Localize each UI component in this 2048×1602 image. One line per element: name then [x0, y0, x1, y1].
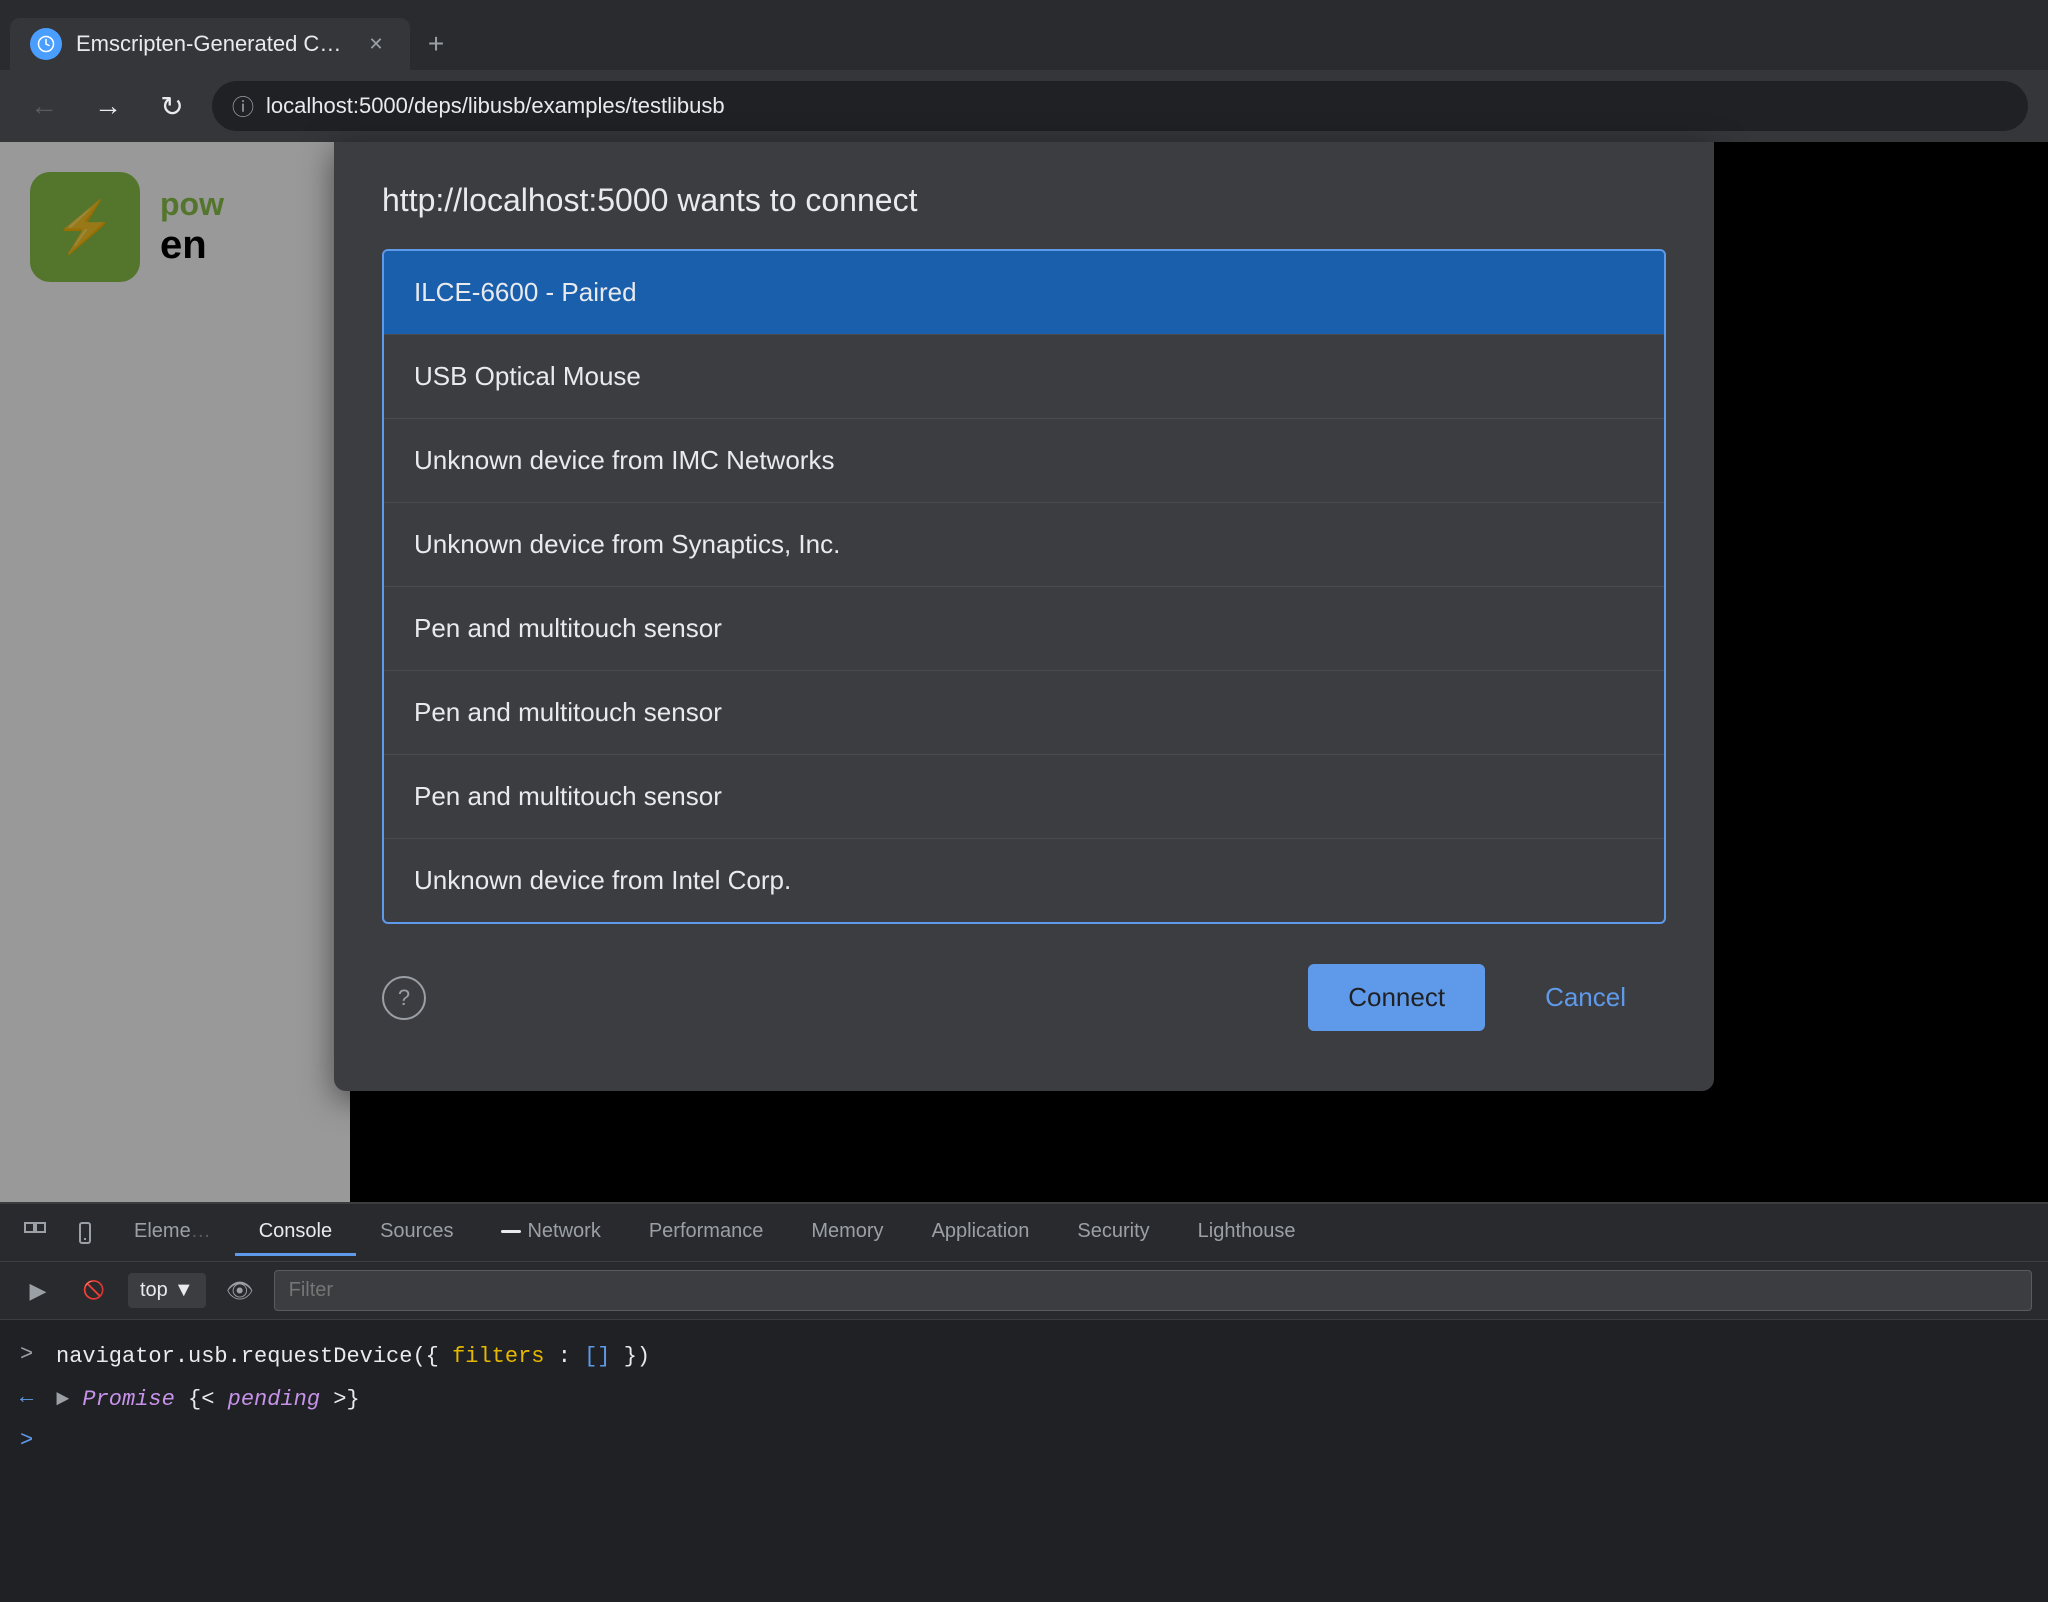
reload-button[interactable]: ↻	[148, 82, 196, 130]
console-bar: ▶ 🚫 top ▼ 👁	[0, 1262, 2048, 1320]
eye-icon[interactable]: 👁	[218, 1269, 262, 1313]
tab-console[interactable]: Console	[235, 1210, 356, 1256]
context-selector[interactable]: top ▼	[128, 1273, 206, 1308]
tab-elements[interactable]: Eleme…	[110, 1210, 235, 1256]
device-item-5[interactable]: Pen and multitouch sensor	[384, 671, 1664, 755]
dialog-buttons: Connect Cancel	[1308, 964, 1666, 1031]
filter-input[interactable]	[274, 1270, 2032, 1311]
context-label: top	[140, 1279, 168, 1302]
content-area: ⚡ pow en http://localhost:5000 wants to …	[0, 142, 2048, 1202]
device-item-6[interactable]: Pen and multitouch sensor	[384, 755, 1664, 839]
dialog-footer: ? Connect Cancel	[334, 924, 1714, 1031]
output-arrow-icon: ←	[20, 1385, 44, 1410]
device-item-1[interactable]: USB Optical Mouse	[384, 335, 1664, 419]
active-tab[interactable]: Emscripten-Generated Code ✕	[10, 18, 410, 70]
tab-application[interactable]: Application	[908, 1210, 1054, 1256]
console-line-1: > navigator.usb.requestDevice({ filters …	[20, 1336, 2028, 1379]
connect-button[interactable]: Connect	[1308, 964, 1485, 1031]
address-bar[interactable]: ⓘ localhost:5000/deps/libusb/examples/te…	[212, 81, 2028, 131]
device-item-3[interactable]: Unknown device from Synaptics, Inc.	[384, 503, 1664, 587]
console-line-2: ← ► Promise {< pending >}	[20, 1379, 2028, 1422]
console-prompt-icon: >	[20, 1428, 33, 1453]
tab-close-button[interactable]: ✕	[362, 30, 390, 58]
device-item-0[interactable]: ILCE-6600 - Paired	[384, 251, 1664, 335]
tab-sources[interactable]: Sources	[356, 1210, 477, 1256]
chevron-down-icon: ▼	[174, 1279, 194, 1302]
device-item-2[interactable]: Unknown device from IMC Networks	[384, 419, 1664, 503]
security-info-icon: ⓘ	[232, 90, 254, 122]
stop-button[interactable]: 🚫	[72, 1269, 116, 1313]
device-list[interactable]: ILCE-6600 - PairedUSB Optical MouseUnkno…	[382, 249, 1666, 924]
console-content: > navigator.usb.requestDevice({ filters …	[0, 1320, 2048, 1475]
console-prompt-line[interactable]: >	[20, 1422, 2028, 1459]
dialog-title: http://localhost:5000 wants to connect	[334, 142, 1714, 249]
usb-dialog: http://localhost:5000 wants to connect I…	[334, 142, 1714, 1091]
console-output-text: ► Promise {< pending >}	[56, 1385, 360, 1416]
device-item-4[interactable]: Pen and multitouch sensor	[384, 587, 1664, 671]
devtools-panel: Eleme… Console Sources Network Performan…	[0, 1202, 2048, 1602]
devtools-tabs: Eleme… Console Sources Network Performan…	[0, 1204, 2048, 1262]
tab-title: Emscripten-Generated Code	[76, 31, 348, 57]
console-input-text: navigator.usb.requestDevice({ filters : …	[56, 1342, 650, 1373]
back-button[interactable]: ←	[20, 82, 68, 130]
url-text: localhost:5000/deps/libusb/examples/test…	[266, 93, 725, 119]
inspector-icon[interactable]	[10, 1208, 60, 1258]
tab-bar: Emscripten-Generated Code ✕ +	[0, 0, 2048, 70]
tab-lighthouse[interactable]: Lighthouse	[1174, 1210, 1320, 1256]
tab-performance[interactable]: Performance	[625, 1210, 788, 1256]
mobile-icon[interactable]	[60, 1208, 110, 1258]
browser-chrome: Emscripten-Generated Code ✕ + ← → ↻ ⓘ lo…	[0, 0, 2048, 142]
tab-security[interactable]: Security	[1053, 1210, 1173, 1256]
tab-favicon	[30, 28, 62, 60]
input-arrow-icon: >	[20, 1342, 44, 1367]
new-tab-button[interactable]: +	[414, 22, 458, 66]
device-item-7[interactable]: Unknown device from Intel Corp.	[384, 839, 1664, 922]
tab-network[interactable]: Network	[477, 1210, 624, 1256]
cancel-button[interactable]: Cancel	[1505, 964, 1666, 1031]
tab-memory[interactable]: Memory	[787, 1210, 907, 1256]
help-icon[interactable]: ?	[382, 976, 426, 1020]
address-bar-row: ← → ↻ ⓘ localhost:5000/deps/libusb/examp…	[0, 70, 2048, 142]
play-button[interactable]: ▶	[16, 1269, 60, 1313]
forward-button[interactable]: →	[84, 82, 132, 130]
